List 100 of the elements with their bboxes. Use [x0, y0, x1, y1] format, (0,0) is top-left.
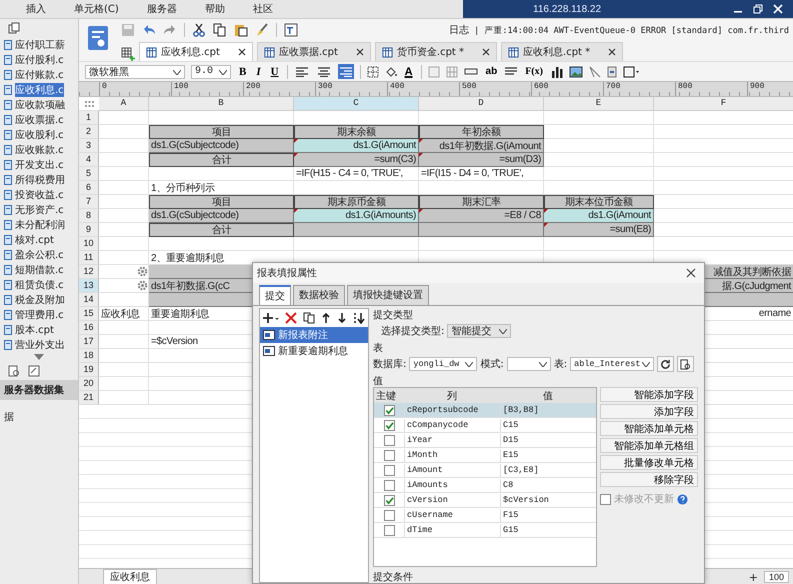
- row-number[interactable]: 13: [79, 279, 99, 293]
- row-number[interactable]: 11: [79, 251, 99, 265]
- row-number[interactable]: 8: [79, 209, 99, 223]
- refresh-button[interactable]: [657, 356, 674, 372]
- caret-icon[interactable]: [642, 362, 650, 367]
- menu-item[interactable]: 帮助: [190, 2, 239, 16]
- close-icon[interactable]: [482, 48, 490, 56]
- field-row[interactable]: iAmount [C3,E8]: [374, 463, 596, 478]
- action-button[interactable]: 添加字段: [600, 404, 698, 419]
- file-item[interactable]: 所得税费用: [0, 172, 78, 187]
- row-number[interactable]: 17: [79, 335, 99, 349]
- bar-chart-icon[interactable]: [550, 66, 563, 78]
- row-number[interactable]: 7: [79, 195, 99, 209]
- row-number[interactable]: 16: [79, 321, 99, 335]
- action-button[interactable]: 智能添加字段: [600, 387, 698, 402]
- file-item[interactable]: 税金及附加: [0, 292, 78, 307]
- cut-icon[interactable]: [192, 23, 206, 37]
- help-icon[interactable]: [677, 494, 688, 504]
- file-tab[interactable]: 应收利息.cpt: [139, 42, 253, 61]
- add-icon[interactable]: [263, 312, 279, 324]
- image-icon[interactable]: [568, 66, 583, 78]
- table-select[interactable]: able_Interest: [570, 357, 654, 371]
- field-row[interactable]: iMonth E15: [374, 448, 596, 463]
- primary-key-checkbox[interactable]: [384, 450, 394, 460]
- primary-key-checkbox[interactable]: [384, 434, 394, 446]
- file-item[interactable]: 应付账款.c: [0, 67, 78, 82]
- split-cells-icon[interactable]: [446, 66, 458, 78]
- menu-item[interactable]: 单元格(C): [60, 2, 133, 16]
- file-item[interactable]: 无形资产.c: [0, 202, 78, 217]
- primary-key-checkbox[interactable]: [384, 420, 394, 430]
- file-item[interactable]: 应收利息.c: [0, 82, 78, 97]
- close-icon[interactable]: [356, 48, 364, 56]
- row-number[interactable]: 5: [79, 167, 99, 181]
- new-sheet-icon[interactable]: [121, 47, 135, 61]
- field-row[interactable]: iAmounts C8: [374, 478, 596, 493]
- menu-item[interactable]: 插入: [0, 2, 60, 16]
- move-to-bottom-icon[interactable]: [353, 312, 365, 324]
- row-number[interactable]: 1: [79, 111, 99, 125]
- text-button[interactable]: ab: [484, 64, 500, 79]
- copy-icon[interactable]: [8, 22, 20, 34]
- restore-icon[interactable]: [753, 4, 763, 14]
- column-header[interactable]: E: [544, 97, 654, 111]
- file-tab[interactable]: 货币资金.cpt *: [374, 42, 498, 61]
- row-number[interactable]: 12: [79, 265, 99, 279]
- close-icon[interactable]: [686, 268, 696, 278]
- move-up-icon[interactable]: [321, 312, 331, 324]
- file-item[interactable]: 核对.cpt: [0, 232, 78, 247]
- caret-icon[interactable]: [219, 70, 227, 74]
- action-button[interactable]: 智能添加单元格: [600, 421, 698, 436]
- font-color-button[interactable]: A: [402, 64, 415, 79]
- primary-key-checkbox[interactable]: [384, 480, 394, 490]
- dialog-tab[interactable]: 提交: [259, 285, 291, 305]
- column-header[interactable]: F: [654, 97, 793, 111]
- file-item[interactable]: 应收账款.c: [0, 142, 78, 157]
- copy-icon[interactable]: [213, 23, 227, 37]
- dataset-item[interactable]: 据: [0, 400, 78, 434]
- field-row[interactable]: iYear D15: [374, 433, 596, 448]
- gear-icon[interactable]: [137, 266, 148, 277]
- row-number[interactable]: 14: [79, 293, 99, 307]
- dialog-tab[interactable]: 数据校验: [293, 285, 345, 305]
- report-edit-icon[interactable]: [87, 25, 109, 51]
- file-item[interactable]: 短期借款.c: [0, 262, 78, 277]
- sheet-tab[interactable]: 应收利息: [103, 569, 157, 584]
- text-style-button[interactable]: U: [268, 64, 281, 79]
- caret-icon[interactable]: [538, 362, 547, 367]
- caret-icon[interactable]: [173, 70, 181, 74]
- file-item[interactable]: 应收款项融: [0, 97, 78, 112]
- dataset-preview-icon[interactable]: [8, 365, 20, 377]
- slash-icon[interactable]: [588, 66, 601, 78]
- file-item[interactable]: 营业外支出: [0, 337, 78, 352]
- column-header[interactable]: C: [294, 97, 419, 111]
- copy-icon[interactable]: [303, 312, 315, 324]
- text-style-button[interactable]: I: [254, 64, 263, 79]
- column-header[interactable]: D: [419, 97, 544, 111]
- dialog-tab[interactable]: 填报快捷键设置: [347, 285, 429, 305]
- row-number[interactable]: 19: [79, 363, 99, 377]
- submit-type-select[interactable]: 智能提交: [447, 324, 512, 338]
- paste-icon[interactable]: [234, 23, 248, 37]
- action-button[interactable]: 批量修改单元格: [600, 455, 698, 470]
- field-row[interactable]: cUsername F15: [374, 508, 596, 523]
- row-number[interactable]: 21: [79, 391, 99, 405]
- primary-key-checkbox[interactable]: [384, 464, 394, 476]
- fill-bucket-icon[interactable]: [384, 66, 397, 78]
- action-button[interactable]: 移除字段: [600, 472, 698, 487]
- brush-icon[interactable]: [255, 23, 269, 37]
- move-down-icon[interactable]: [337, 312, 347, 324]
- row-number[interactable]: 2: [79, 125, 99, 139]
- close-icon[interactable]: [608, 48, 616, 56]
- preview-icon[interactable]: [284, 23, 298, 37]
- file-tab[interactable]: 应收票据.cpt: [256, 42, 371, 61]
- file-item[interactable]: 应收票据.c: [0, 112, 78, 127]
- align-icon[interactable]: [505, 66, 518, 76]
- primary-key-checkbox[interactable]: [384, 404, 394, 416]
- field-row[interactable]: cReportsubcode [B3,B8]: [374, 403, 596, 418]
- row-number[interactable]: 20: [79, 377, 99, 391]
- row-number[interactable]: 15: [79, 307, 99, 321]
- primary-key-checkbox[interactable]: [384, 510, 394, 520]
- close-icon[interactable]: [238, 48, 246, 56]
- file-item[interactable]: 开发支出.c: [0, 157, 78, 172]
- row-number[interactable]: 4: [79, 153, 99, 167]
